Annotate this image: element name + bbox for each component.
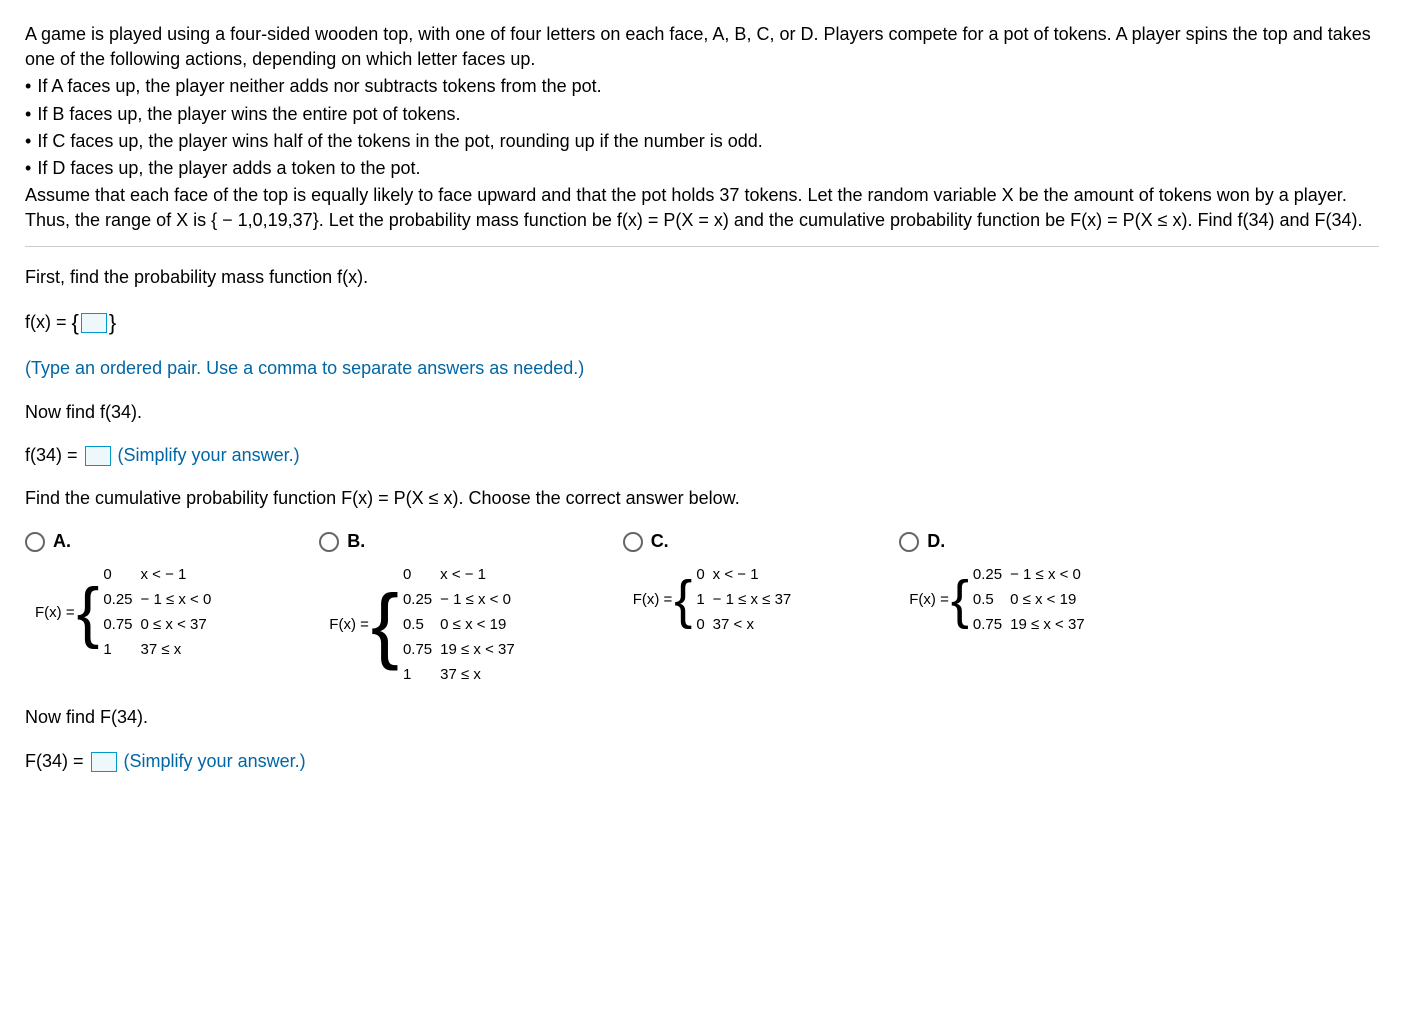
question-1: First, find the probability mass functio… xyxy=(25,265,1379,382)
question-4: Now find F(34). F(34) = (Simplify your a… xyxy=(25,705,1379,773)
choice-d[interactable]: D. F(x) = { 0.25− 1 ≤ x < 0 0.50 ≤ x < 1… xyxy=(899,529,1092,637)
q1-equation-line: f(x) = {} xyxy=(25,308,1379,339)
radio-icon[interactable] xyxy=(319,532,339,552)
bullet-dot-icon: • xyxy=(25,129,31,154)
choice-a-function: F(x) = { 0x < − 1 0.25− 1 ≤ x < 0 0.750 … xyxy=(35,562,219,662)
intro-paragraph-1: A game is played using a four-sided wood… xyxy=(25,22,1379,72)
intro-paragraph-2: Assume that each face of the top is equa… xyxy=(25,183,1379,233)
choice-b-label: B. xyxy=(347,529,365,554)
choice-d-function: F(x) = { 0.25− 1 ≤ x < 0 0.50 ≤ x < 19 0… xyxy=(909,562,1092,637)
radio-icon[interactable] xyxy=(25,532,45,552)
q2-hint: (Simplify your answer.) xyxy=(118,445,300,465)
bullet-d: •If D faces up, the player adds a token … xyxy=(25,156,1379,181)
f-of-x-input[interactable] xyxy=(81,313,107,333)
q4-prompt: Now find F(34). xyxy=(25,705,1379,730)
choice-c[interactable]: C. F(x) = { 0x < − 1 1− 1 ≤ x ≤ 37 037 <… xyxy=(623,529,800,637)
choice-b[interactable]: B. F(x) = { 0x < − 1 0.25− 1 ≤ x < 0 0.5… xyxy=(319,529,522,687)
radio-icon[interactable] xyxy=(899,532,919,552)
choice-c-function: F(x) = { 0x < − 1 1− 1 ≤ x ≤ 37 037 < x xyxy=(633,562,800,637)
question-2: Now find f(34). f(34) = (Simplify your a… xyxy=(25,400,1379,468)
q1-hint: (Type an ordered pair. Use a comma to se… xyxy=(25,356,1379,381)
bullet-b: •If B faces up, the player wins the enti… xyxy=(25,102,1379,127)
bullet-c: •If C faces up, the player wins half of … xyxy=(25,129,1379,154)
choice-a-label: A. xyxy=(53,529,71,554)
choice-a[interactable]: A. F(x) = { 0x < − 1 0.25− 1 ≤ x < 0 0.7… xyxy=(25,529,219,662)
q2-equation-line: f(34) = (Simplify your answer.) xyxy=(25,443,1379,468)
brace-icon: { xyxy=(951,576,969,625)
q2-prompt: Now find f(34). xyxy=(25,400,1379,425)
q4-equation-line: F(34) = (Simplify your answer.) xyxy=(25,749,1379,774)
brace-icon: { xyxy=(371,587,399,663)
close-brace-icon: } xyxy=(109,310,116,335)
open-brace-icon: { xyxy=(72,310,79,335)
choice-b-function: F(x) = { 0x < − 1 0.25− 1 ≤ x < 0 0.50 ≤… xyxy=(329,562,522,687)
separator xyxy=(25,246,1379,247)
bullet-dot-icon: • xyxy=(25,74,31,99)
choice-c-label: C. xyxy=(651,529,669,554)
brace-icon: { xyxy=(674,576,692,625)
capital-f-of-34-input[interactable] xyxy=(91,752,117,772)
q4-hint: (Simplify your answer.) xyxy=(124,751,306,771)
bullet-a: •If A faces up, the player neither adds … xyxy=(25,74,1379,99)
bullet-dot-icon: • xyxy=(25,156,31,181)
q3-prompt: Find the cumulative probability function… xyxy=(25,486,1379,511)
f-of-34-input[interactable] xyxy=(85,446,111,466)
radio-icon[interactable] xyxy=(623,532,643,552)
question-3: Find the cumulative probability function… xyxy=(25,486,1379,687)
choice-group: A. F(x) = { 0x < − 1 0.25− 1 ≤ x < 0 0.7… xyxy=(25,529,1379,687)
choice-d-label: D. xyxy=(927,529,945,554)
problem-intro: A game is played using a four-sided wood… xyxy=(25,22,1379,234)
q1-prompt: First, find the probability mass functio… xyxy=(25,265,1379,290)
bullet-dot-icon: • xyxy=(25,102,31,127)
brace-icon: { xyxy=(77,582,100,643)
